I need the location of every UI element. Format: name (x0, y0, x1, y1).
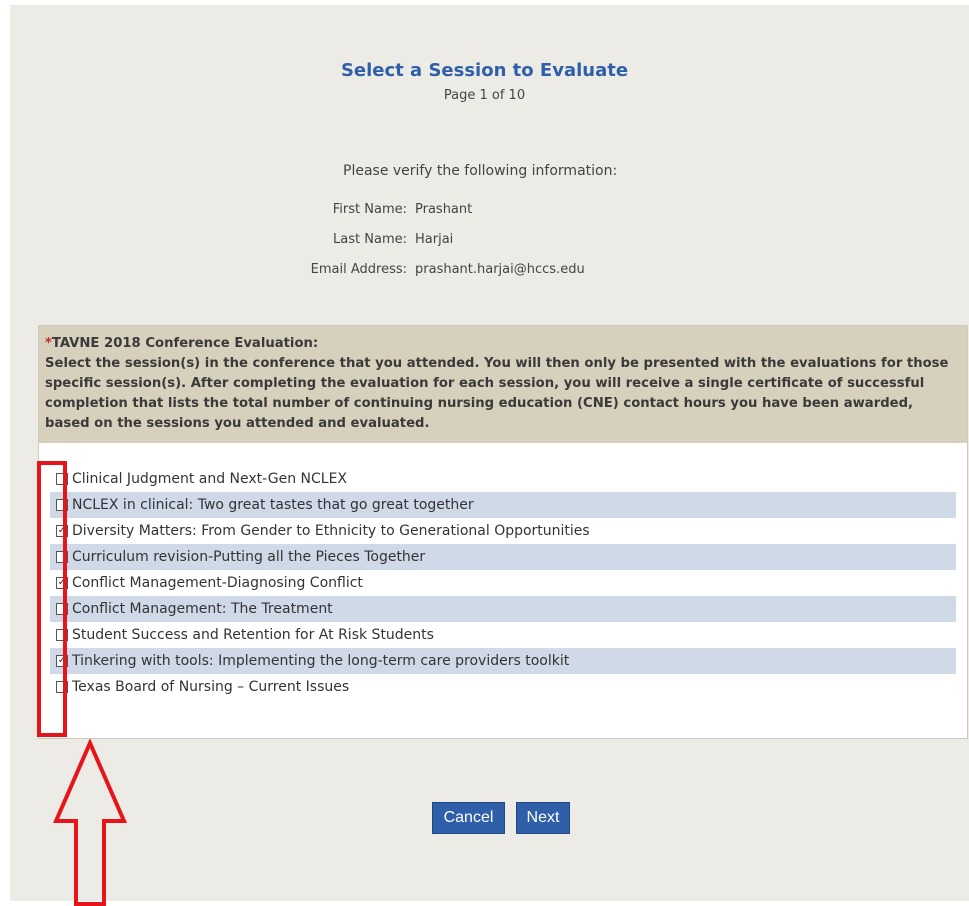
annotation-highlight-box (37, 461, 67, 737)
required-marker: * (45, 336, 52, 351)
email-value: prashant.harjai@hccs.edu (415, 262, 585, 277)
session-row[interactable]: NCLEX in clinical: Two great tastes that… (50, 492, 956, 518)
evaluation-instructions: Select the session(s) in the conference … (45, 356, 949, 431)
session-row[interactable]: ✓ Diversity Matters: From Gender to Ethni… (50, 518, 956, 544)
session-label: Conflict Management-Diagnosing Conflict (72, 575, 363, 591)
email-label: Email Address: (310, 262, 407, 277)
session-label: Conflict Management: The Treatment (72, 601, 333, 617)
session-row[interactable]: Texas Board of Nursing – Current Issues (50, 674, 956, 700)
session-label: Tinkering with tools: Implementing the l… (72, 653, 570, 669)
evaluation-heading: TAVNE 2018 Conference Evaluation: (51, 336, 319, 351)
session-label: Texas Board of Nursing – Current Issues (72, 679, 350, 695)
session-row[interactable]: Conflict Management: The Treatment (50, 596, 956, 622)
session-label: Clinical Judgment and Next-Gen NCLEX (72, 471, 348, 487)
next-button[interactable]: Next (516, 802, 570, 834)
session-row[interactable]: Curriculum revision-Putting all the Piec… (50, 544, 956, 570)
session-row[interactable]: ✓ Conflict Management-Diagnosing Conflict (50, 570, 956, 596)
evaluation-header: *TAVNE 2018 Conference Evaluation: Selec… (39, 326, 967, 443)
session-label: Student Success and Retention for At Ris… (72, 627, 434, 643)
session-row[interactable]: Clinical Judgment and Next-Gen NCLEX (50, 466, 956, 492)
verify-prompt: Please verify the following information: (343, 163, 618, 179)
session-label: NCLEX in clinical: Two great tastes that… (72, 497, 474, 513)
page-title: Select a Session to Evaluate (340, 60, 629, 81)
first-name-label: First Name: (332, 202, 407, 217)
session-label: Curriculum revision-Putting all the Piec… (72, 549, 426, 565)
annotation-arrow-icon (52, 739, 128, 906)
last-name-value: Harjai (415, 232, 454, 247)
cancel-button[interactable]: Cancel (432, 802, 505, 834)
first-name-value: Prashant (415, 202, 473, 217)
session-row[interactable]: ✓ Tinkering with tools: Implementing the … (50, 648, 956, 674)
session-list: Clinical Judgment and Next-Gen NCLEX NCLE… (38, 466, 968, 700)
page-indicator: Page 1 of 10 (443, 88, 526, 103)
session-row[interactable]: Student Success and Retention for At Ris… (50, 622, 956, 648)
session-label: Diversity Matters: From Gender to Ethnic… (72, 523, 590, 539)
last-name-label: Last Name: (333, 232, 407, 247)
